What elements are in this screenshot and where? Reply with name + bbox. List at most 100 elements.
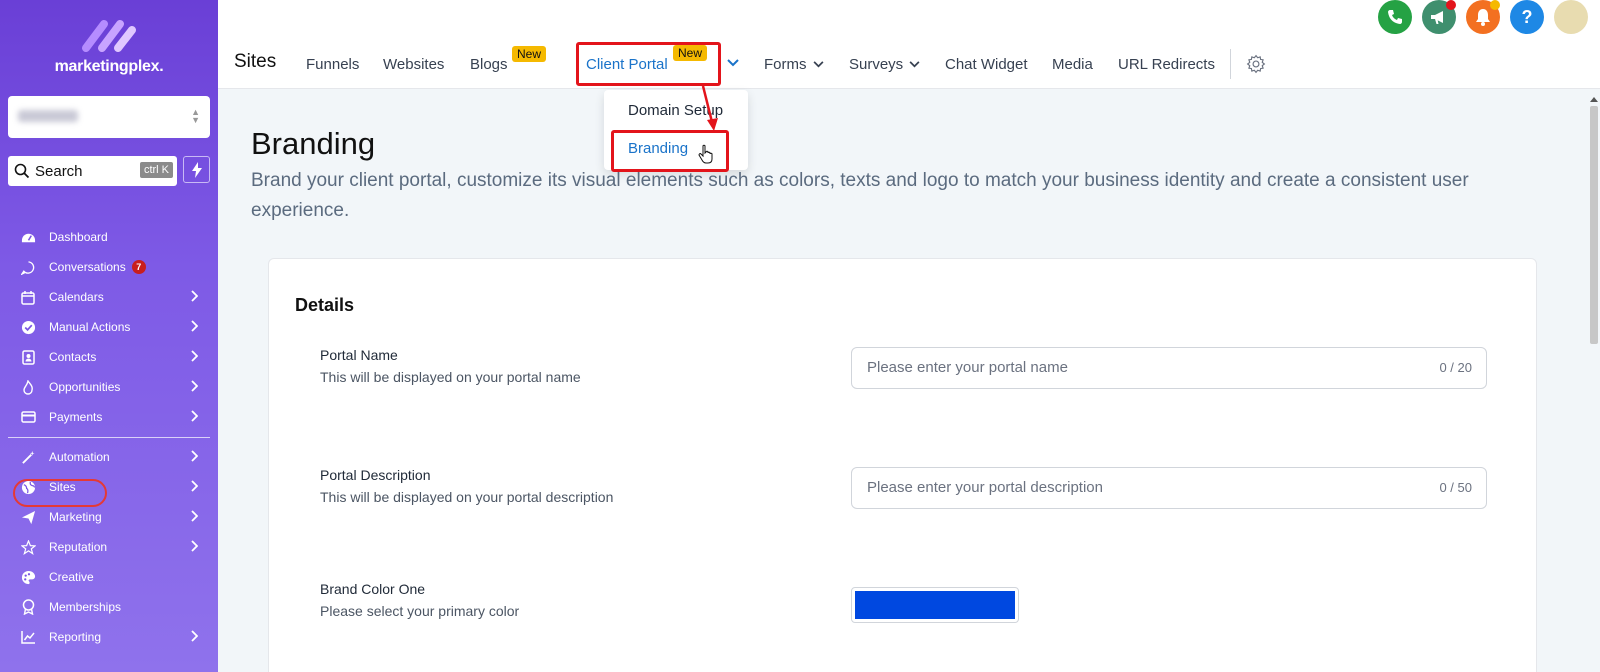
bell-icon [1476, 9, 1490, 26]
tab-label: Surveys [849, 56, 904, 73]
palette-icon [20, 569, 36, 585]
account-switcher[interactable]: ▲ ▼ [8, 96, 210, 138]
avatar[interactable] [1554, 0, 1588, 34]
sidebar-item-label: Dashboard [49, 230, 108, 244]
phone-button[interactable] [1378, 0, 1412, 34]
sidebar-item-label: Reputation [49, 540, 108, 554]
sidebar-item-label: Calendars [49, 290, 104, 304]
wand-icon [20, 449, 36, 465]
account-name [18, 110, 78, 122]
sidebar-item-label: Automation [49, 450, 110, 464]
sidebar: marketingplex. ▲ ▼ Search ctrl K Dashboar… [0, 0, 218, 672]
phone-icon [1388, 10, 1402, 24]
brand-color-one-picker[interactable] [851, 587, 1019, 623]
sidebar-item-reputation[interactable]: Reputation [0, 532, 218, 562]
tab-websites[interactable]: Websites [383, 56, 444, 73]
page-description: Brand your client portal, customize its … [251, 170, 1469, 221]
sidebar-item-label: Marketing [49, 510, 102, 524]
sidebar-item-calendars[interactable]: Calendars [0, 282, 218, 312]
client-portal-highlight-box [576, 42, 721, 86]
dashboard-icon [20, 229, 36, 245]
tab-label: Forms [764, 56, 807, 73]
sidebar-item-memberships[interactable]: Memberships [0, 592, 218, 622]
logo-text: marketingplex. [54, 58, 164, 75]
tab-separator [1230, 49, 1231, 79]
portal-name-counter: 0 / 20 [1439, 360, 1472, 375]
tab-url-redirects[interactable]: URL Redirects [1118, 56, 1215, 73]
portal-name-input[interactable]: Please enter your portal name 0 / 20 [851, 347, 1487, 389]
tab-chat-widget[interactable]: Chat Widget [945, 56, 1028, 73]
sidebar-item-opportunities[interactable]: Opportunities [0, 372, 218, 402]
sidebar-item-label: Contacts [49, 350, 97, 364]
award-icon [20, 599, 36, 615]
send-icon [20, 509, 36, 525]
logo-icon [82, 20, 136, 52]
tab-media[interactable]: Media [1052, 56, 1093, 73]
contacts-icon [20, 349, 36, 365]
chevron-right-icon [191, 410, 198, 422]
chevron-right-icon [191, 630, 198, 642]
sidebar-item-label: Creative [49, 570, 94, 584]
portal-description-input[interactable]: Please enter your portal description 0 /… [851, 467, 1487, 509]
chevron-down-icon [909, 61, 920, 68]
chevron-right-icon [191, 350, 198, 362]
sidebar-item-manual-actions[interactable]: Manual Actions [0, 312, 218, 342]
chart-icon [20, 629, 36, 645]
page-section-title: Sites [234, 51, 277, 72]
search-box[interactable]: Search ctrl K [8, 156, 177, 186]
sidebar-item-reporting[interactable]: Reporting [0, 622, 218, 652]
tab-funnels[interactable]: Funnels [306, 56, 359, 73]
annotation-arrow-icon [701, 85, 718, 131]
brand-color-one-label: Brand Color One [320, 581, 426, 597]
top-bar: Sites Funnels Websites Blogs New Client … [218, 0, 1600, 89]
sidebar-item-contacts[interactable]: Contacts [0, 342, 218, 372]
scrollbar-thumb[interactable] [1590, 106, 1598, 344]
sidebar-item-label: Manual Actions [49, 320, 131, 334]
gear-icon[interactable] [1246, 54, 1266, 74]
notification-dot [1490, 0, 1500, 10]
chevron-right-icon [191, 480, 198, 492]
chevron-right-icon [191, 510, 198, 522]
star-icon [20, 539, 36, 555]
sidebar-item-creative[interactable]: Creative [0, 562, 218, 592]
chevron-down-icon[interactable] [727, 59, 739, 67]
quick-actions-button[interactable] [183, 156, 210, 183]
sidebar-nav: Dashboard Conversations 7 Calendars Manu… [0, 222, 218, 652]
calendar-icon [20, 289, 36, 305]
tab-surveys[interactable]: Surveys [849, 56, 920, 73]
bolt-icon [191, 161, 202, 178]
tab-forms[interactable]: Forms [764, 56, 824, 73]
sidebar-item-label: Opportunities [49, 380, 121, 394]
chevron-right-icon [191, 290, 198, 302]
portal-description-label: Portal Description [320, 467, 431, 483]
portal-name-help: This will be displayed on your portal na… [320, 369, 581, 385]
sidebar-item-label: Conversations [49, 260, 126, 274]
sidebar-item-label: Reporting [49, 630, 102, 644]
search-label: Search [35, 162, 83, 180]
sites-highlight-ring [13, 479, 107, 507]
sidebar-item-label: Payments [49, 410, 103, 424]
search-shortcut: ctrl K [139, 162, 173, 178]
flame-icon [20, 379, 36, 395]
hand-cursor-icon [698, 144, 713, 164]
portal-description-help: This will be displayed on your portal de… [320, 489, 614, 505]
card-icon [20, 409, 36, 425]
notifications-button[interactable] [1466, 0, 1500, 34]
megaphone-icon [1431, 11, 1443, 24]
unread-count-badge: 7 [131, 260, 146, 274]
scroll-up-icon[interactable] [1590, 96, 1598, 102]
chevron-right-icon [191, 450, 198, 462]
help-button[interactable]: ? [1510, 0, 1544, 34]
sidebar-item-dashboard[interactable]: Dashboard [0, 222, 218, 252]
sidebar-item-payments[interactable]: Payments [0, 402, 218, 432]
sidebar-item-conversations[interactable]: Conversations 7 [0, 252, 218, 282]
portal-name-placeholder: Please enter your portal name [867, 359, 1068, 376]
announcements-button[interactable] [1422, 0, 1456, 34]
sidebar-item-automation[interactable]: Automation [0, 442, 218, 472]
help-icon: ? [1521, 6, 1533, 27]
chevron-right-icon [191, 320, 198, 332]
portal-name-label: Portal Name [320, 347, 398, 363]
portal-description-counter: 0 / 50 [1439, 480, 1472, 495]
color-swatch [855, 591, 1015, 619]
tab-blogs[interactable]: Blogs [470, 56, 508, 73]
